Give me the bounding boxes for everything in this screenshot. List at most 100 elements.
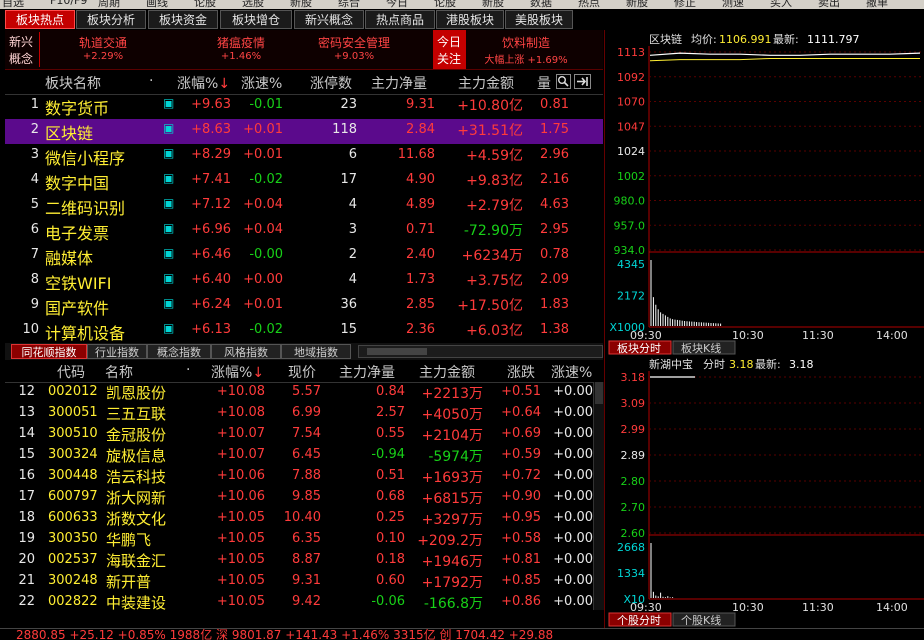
stock-code[interactable]: 300248 bbox=[48, 573, 98, 588]
add-watch-icon[interactable]: ▣ bbox=[163, 96, 174, 110]
index-tab-0[interactable]: 同花顺指数 bbox=[11, 344, 87, 359]
stock-row[interactable]: 19 300350 华鹏飞 +10.05 6.35 0.10 +209.2万 +0.58 +0.… bbox=[5, 529, 593, 550]
menu-item[interactable]: 周期 bbox=[98, 0, 120, 9]
menu-item[interactable]: F10/F9 bbox=[50, 0, 87, 7]
add-watch-icon[interactable]: ▣ bbox=[163, 221, 174, 235]
index-tab-2[interactable]: 概念指数 bbox=[147, 344, 211, 359]
stock-row[interactable]: 13 300051 三五互联 +10.08 6.99 2.57 +4050万 +0.64 +0.… bbox=[5, 403, 593, 424]
sector-name[interactable]: 融媒体 bbox=[45, 245, 93, 269]
chart-tab-0[interactable]: 板块分时 bbox=[608, 340, 672, 355]
menu-item[interactable]: 数据 bbox=[530, 0, 552, 9]
sector-row[interactable]: 2 区块链 ▣ +8.63 +0.01 118 2.84 +31.51亿 1.75 bbox=[5, 119, 603, 144]
stock-code[interactable]: 300324 bbox=[48, 447, 98, 462]
stock-row[interactable]: 18 600633 浙数文化 +10.05 10.40 0.25 +3297万 +0.95 +0… bbox=[5, 508, 593, 529]
col-header-code[interactable]: 代码 bbox=[57, 362, 85, 382]
stock-name[interactable]: 中装建设 bbox=[106, 592, 166, 613]
sector-name[interactable]: 空铁WIFI bbox=[45, 270, 111, 294]
add-watch-icon[interactable]: ▣ bbox=[163, 321, 174, 335]
exit-arrow-icon[interactable] bbox=[574, 74, 591, 89]
sector-name[interactable]: 数字货币 bbox=[45, 95, 109, 119]
col-header-main-amount[interactable]: 主力金额 bbox=[419, 362, 475, 382]
col-header-main-amount[interactable]: 主力金额 bbox=[458, 73, 514, 93]
col-header-limit-up[interactable]: 涨停数 bbox=[310, 73, 352, 93]
stock-row[interactable]: 21 300248 新开普 +10.05 9.31 0.60 +1792万 +0.85 +0.0… bbox=[5, 571, 593, 592]
menu-item[interactable]: 今日 bbox=[386, 0, 408, 9]
col-header-diff[interactable]: 涨跌 bbox=[507, 362, 535, 382]
sector-name[interactable]: 二维码识别 bbox=[45, 195, 125, 219]
sector-name[interactable]: 计算机设备 bbox=[45, 320, 125, 344]
stock-row[interactable]: 20 002537 海联金汇 +10.05 8.87 0.18 +1946万 +0.81 +0.… bbox=[5, 550, 593, 571]
scrollbar-thumb[interactable] bbox=[367, 348, 427, 355]
tab-4[interactable]: 新兴概念 bbox=[294, 10, 364, 29]
ticker-item-name[interactable]: 轨道交通 bbox=[28, 34, 178, 51]
menu-item[interactable]: 买入 bbox=[770, 0, 792, 9]
stock-code[interactable]: 300350 bbox=[48, 531, 98, 546]
menu-item[interactable]: 撤单 bbox=[866, 0, 888, 9]
search-icon[interactable] bbox=[556, 74, 571, 89]
tab-2[interactable]: 板块资金 bbox=[148, 10, 218, 29]
col-header-name[interactable]: 板块名称 bbox=[45, 73, 101, 93]
menu-item[interactable]: 新股 bbox=[482, 0, 504, 9]
tab-0[interactable]: 板块热点 bbox=[5, 10, 75, 29]
sector-name[interactable]: 区块链 bbox=[45, 120, 93, 144]
add-watch-icon[interactable]: ▣ bbox=[163, 196, 174, 210]
chart-tab-label[interactable]: 个股分时 bbox=[617, 614, 661, 627]
stock-code[interactable]: 300510 bbox=[48, 426, 98, 441]
sector-name[interactable]: 微信小程序 bbox=[45, 145, 125, 169]
menu-item[interactable]: 选股 bbox=[242, 0, 264, 9]
menu-item[interactable]: 测速 bbox=[722, 0, 744, 9]
add-watch-icon[interactable]: ▣ bbox=[163, 171, 174, 185]
col-header-change[interactable]: 涨幅%↓ bbox=[211, 362, 264, 382]
sector-row[interactable]: 3 微信小程序 ▣ +8.29 +0.01 6 11.68 +4.59亿 2.96 bbox=[5, 144, 603, 169]
chart-tab-label[interactable]: 板块分时 bbox=[617, 341, 661, 355]
ticker-item-name[interactable]: 密码安全管理 bbox=[279, 34, 429, 51]
index-tab-3[interactable]: 风格指数 bbox=[211, 344, 281, 359]
col-header-name[interactable]: 名称 bbox=[105, 362, 133, 382]
menu-item[interactable]: 修正 bbox=[674, 0, 696, 9]
menu-item[interactable]: 论股 bbox=[434, 0, 456, 9]
stock-row[interactable]: 22 002822 中装建设 +10.05 9.42 -0.06 -166.8万 +0.86 +… bbox=[5, 592, 593, 613]
add-watch-icon[interactable]: ▣ bbox=[163, 146, 174, 160]
ticker-item-name[interactable]: 饮料制造 bbox=[451, 34, 601, 51]
index-tab-4[interactable]: 地域指数 bbox=[281, 344, 351, 359]
stock-code[interactable]: 002537 bbox=[48, 552, 98, 567]
index-tab-1[interactable]: 行业指数 bbox=[87, 344, 147, 359]
stock-code[interactable]: 600633 bbox=[48, 510, 98, 525]
stock-row[interactable]: 16 300448 浩云科技 +10.06 7.88 0.51 +1693万 +0.72 +0.… bbox=[5, 466, 593, 487]
chart-tab-label[interactable]: 板块K线 bbox=[681, 341, 721, 355]
add-watch-icon[interactable]: ▣ bbox=[163, 246, 174, 260]
menu-item[interactable]: 热点 bbox=[578, 0, 600, 9]
menu-item[interactable]: 论股 bbox=[194, 0, 216, 9]
sector-row[interactable]: 5 二维码识别 ▣ +7.12 +0.04 4 4.89 +2.79亿 4.63 bbox=[5, 194, 603, 219]
sector-row[interactable]: 9 国产软件 ▣ +6.24 +0.01 36 2.85 +17.50亿 1.83 bbox=[5, 294, 603, 319]
vertical-scrollbar[interactable] bbox=[593, 382, 604, 610]
menu-item[interactable]: 自选 bbox=[2, 0, 24, 9]
tab-1[interactable]: 板块分析 bbox=[76, 10, 146, 29]
stock-name[interactable]: 浙数文化 bbox=[106, 508, 166, 529]
col-header-main-net[interactable]: 主力净量 bbox=[371, 73, 427, 93]
sector-name[interactable]: 数字中国 bbox=[45, 170, 109, 194]
scrollbar-thumb[interactable] bbox=[595, 382, 603, 404]
col-header-price[interactable]: 现价 bbox=[288, 362, 316, 382]
add-watch-icon[interactable]: ▣ bbox=[163, 296, 174, 310]
tab-7[interactable]: 美股板块 bbox=[505, 10, 573, 29]
menu-item[interactable]: 综合 bbox=[338, 0, 360, 9]
stock-name[interactable]: 金冠股份 bbox=[106, 424, 166, 445]
col-header-main-net[interactable]: 主力净量 bbox=[339, 362, 395, 382]
chart-tab-1[interactable]: 个股K线 bbox=[672, 612, 736, 627]
stock-row[interactable]: 12 002012 凯恩股份 +10.08 5.57 0.84 +2213万 +0.51 +0.… bbox=[5, 382, 593, 403]
menu-item[interactable]: 新股 bbox=[626, 0, 648, 9]
stock-code[interactable]: 002012 bbox=[48, 384, 98, 399]
tab-6[interactable]: 港股板块 bbox=[436, 10, 504, 29]
tab-3[interactable]: 板块增仓 bbox=[220, 10, 292, 29]
stock-row[interactable]: 17 600797 浙大网新 +10.06 9.85 0.68 +6815万 +0.90 +0.… bbox=[5, 487, 593, 508]
stock-name[interactable]: 海联金汇 bbox=[106, 550, 166, 571]
sector-row[interactable]: 1 数字货币 ▣ +9.63 -0.01 23 9.31 +10.80亿 0.81 bbox=[5, 94, 603, 119]
stock-row[interactable]: 15 300324 旋极信息 +10.07 6.45 -0.94 -5974万 +0.59 +0… bbox=[5, 445, 593, 466]
chart-tab-label[interactable]: 个股K线 bbox=[681, 613, 721, 627]
horizontal-scrollbar[interactable] bbox=[358, 345, 603, 358]
tab-5[interactable]: 热点商品 bbox=[365, 10, 435, 29]
stock-name[interactable]: 新开普 bbox=[106, 571, 151, 592]
stock-name[interactable]: 旋极信息 bbox=[106, 445, 166, 466]
col-header-speed[interactable]: 涨速% bbox=[551, 362, 592, 382]
